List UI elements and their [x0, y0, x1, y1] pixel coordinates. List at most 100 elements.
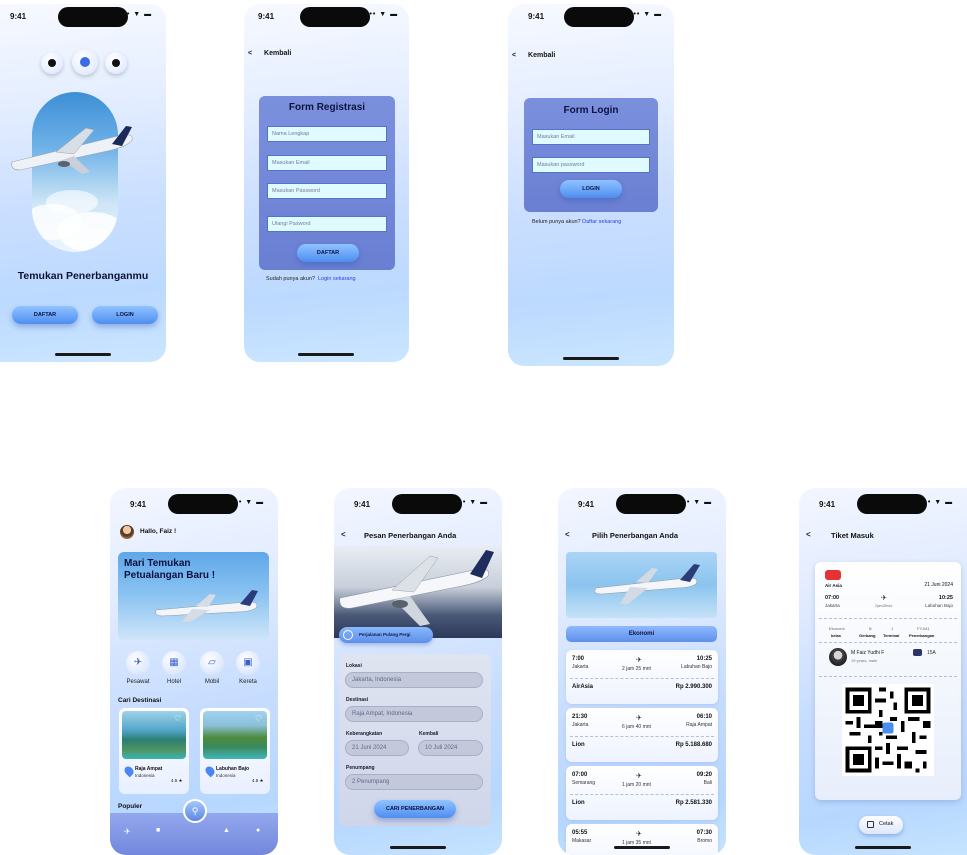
- status-bar: 9:41 ••• ▼ ▬: [558, 488, 726, 514]
- destination-name: Raja Ampat: [135, 766, 163, 772]
- destination-name: Labuhan Bajo: [216, 766, 250, 772]
- status-bar: 9:41 ••• ▼ ▬: [799, 488, 967, 514]
- nav-profile-icon[interactable]: ●: [256, 827, 260, 834]
- category-label-kereta: Kereta: [239, 679, 257, 685]
- register-submit-button[interactable]: DAFTAR: [297, 244, 359, 262]
- passenger-info: 19 years, male: [851, 658, 878, 663]
- login-prompt: Sudah punya akun? Login sekarang: [266, 276, 356, 282]
- carousel-dot-1[interactable]: [41, 52, 63, 74]
- return-date-field[interactable]: 10 Juli 2024: [418, 740, 483, 756]
- car-icon[interactable]: ▱: [200, 651, 224, 675]
- status-time: 9:41: [819, 500, 836, 509]
- destination-card-labuhan-bajo[interactable]: ♡ Labuhan Bajo Indonesia 4.5 ★: [200, 708, 270, 794]
- email-field[interactable]: Masukan Email: [267, 155, 387, 171]
- hotel-icon[interactable]: ▦: [162, 651, 186, 675]
- promo-banner[interactable]: Mari Temukan Petualangan Baru !: [118, 552, 269, 640]
- back-button[interactable]: <: [341, 530, 346, 539]
- class-tab[interactable]: Ekonomi: [566, 626, 717, 642]
- login-screen: 9:41 ••• ▼ ▬ < Kembali Form Login Masuka…: [508, 4, 674, 366]
- dot-icon: [80, 57, 90, 67]
- status-bar: 9:41 ••• ▼ ▬: [244, 4, 409, 28]
- arr-time: 10:25: [696, 656, 712, 662]
- nav-plane-icon[interactable]: ✈: [124, 827, 131, 836]
- category-label-hotel: Hotel: [166, 679, 181, 685]
- carousel-dot-3[interactable]: [105, 52, 127, 74]
- signal-wifi-battery-icon: ••• ▼ ▬: [120, 11, 153, 18]
- back-button[interactable]: <: [806, 530, 811, 539]
- destination-rating: 4.5 ★: [252, 778, 264, 783]
- fullname-field[interactable]: Nama Lengkap: [267, 126, 387, 142]
- ticket-screen: 9:41 ••• ▼ ▬ < Tiket Masuk Air Asia 21 J…: [799, 488, 967, 855]
- flight-card[interactable]: 07:00 Semarang ✈ 1 jam 20 mnt 09:20 Bali…: [566, 766, 718, 820]
- status-bar: 9:41 ••• ▼ ▬: [0, 4, 166, 28]
- avatar[interactable]: [120, 525, 134, 539]
- register-link[interactable]: Daftar sekarang: [582, 219, 621, 225]
- status-time: 9:41: [354, 500, 371, 509]
- duration: 2jam25mnt: [875, 604, 893, 608]
- home-indicator: [55, 353, 111, 356]
- headline: Temukan Penerbanganmu: [17, 270, 149, 282]
- plane-illustration: [155, 590, 258, 622]
- airline: Lion: [572, 742, 585, 748]
- location-pin-icon: [203, 764, 217, 778]
- carousel-dot-2[interactable]: [72, 49, 98, 75]
- search-icon[interactable]: ⚲: [183, 799, 207, 823]
- flight-card[interactable]: 7:00 Jakarta ✈ 2 jam 25 mnt 10:25 Labuha…: [566, 650, 718, 704]
- trip-type-chip[interactable]: Perjalanan Pulang Pergi: [339, 627, 433, 643]
- register-button[interactable]: DAFTAR: [12, 306, 78, 324]
- return-label: Kembali: [419, 731, 439, 737]
- back-button[interactable]: <: [565, 530, 570, 539]
- email-field[interactable]: Masukan Email: [532, 129, 650, 145]
- password-field[interactable]: Masukan Password: [267, 183, 387, 199]
- gate-label: Gerbang: [859, 633, 876, 638]
- register-prompt: Belum punya akun? Daftar sekarang: [532, 219, 621, 225]
- airline-logo: [825, 570, 841, 580]
- confirm-password-field[interactable]: Ulangi Pasword: [267, 216, 387, 232]
- plane-icon: ✈: [636, 773, 642, 780]
- chevron-left-icon: <: [248, 50, 253, 57]
- destination-card-raja-ampat[interactable]: ♡ Raja Ampat Indonesia 4.5 ★: [119, 708, 189, 794]
- arr-city: Bali: [703, 780, 712, 786]
- signal-wifi-battery-icon: ••• ▼ ▬: [456, 499, 489, 506]
- location-label: Lokasi: [346, 663, 362, 669]
- form-title: Form Registrasi: [288, 102, 366, 113]
- print-button[interactable]: Cetak: [859, 816, 903, 834]
- flight-number-label: Penerbangan: [909, 633, 935, 638]
- flight-number-value: FY-641: [917, 626, 930, 631]
- depart-date-field[interactable]: 21 Juni 2024: [345, 740, 409, 756]
- search-flight-button[interactable]: CARI PENERBANGAN: [374, 800, 456, 818]
- duration: 2 jam 25 mnt: [622, 666, 651, 672]
- back-button[interactable]: < Kembali: [512, 52, 555, 59]
- dep-city: Jakarta: [572, 722, 589, 728]
- dynamic-island: [168, 494, 238, 514]
- login-button[interactable]: LOGIN: [92, 306, 158, 324]
- dep-time: 7:00: [572, 656, 585, 662]
- dashed-divider: [570, 794, 714, 795]
- price: Rp 2.990.300: [675, 684, 712, 690]
- nav-hotel-icon[interactable]: ■: [156, 827, 160, 834]
- back-button[interactable]: < Kembali: [248, 50, 291, 57]
- flight-card[interactable]: 21:30 Jakarta ✈ 6 jam 40 mnt 06:10 Raja …: [566, 708, 718, 762]
- flight-card[interactable]: 05:55 Makasar ✈ 1 jam 35 mnt 07:30 Bromo: [566, 824, 718, 855]
- passenger-field[interactable]: 2 Penumpang: [345, 774, 483, 790]
- plane-illustration: [339, 550, 494, 626]
- heart-icon[interactable]: ♡: [255, 714, 262, 723]
- train-icon[interactable]: ▣: [236, 651, 260, 675]
- register-prompt-text: Belum punya akun?: [532, 219, 581, 225]
- login-form: Form Login Masukan Email Masukan passwor…: [524, 98, 658, 212]
- plane-icon[interactable]: ✈: [126, 651, 150, 675]
- arr-city: Bromo: [697, 838, 712, 844]
- chevron-left-icon: <: [512, 52, 517, 59]
- location-field[interactable]: Jakarta, Indonesia: [345, 672, 483, 688]
- dep-city: Semarang: [572, 780, 596, 786]
- arr-city: Labuhan Bajo: [925, 603, 953, 608]
- destination-label: Destinasi: [346, 697, 369, 703]
- heart-icon[interactable]: ♡: [174, 714, 181, 723]
- login-link[interactable]: Login sekarang: [318, 276, 356, 282]
- flight-list-screen: 9:41 ••• ▼ ▬ < Pilih Penerbangan Anda Ek…: [558, 488, 726, 855]
- destination-field[interactable]: Raja Ampat, Indonesia: [345, 706, 483, 722]
- nav-notification-icon[interactable]: ▲: [223, 827, 230, 834]
- password-field[interactable]: Masukan password: [532, 157, 650, 173]
- qr-code: [842, 684, 934, 776]
- login-submit-button[interactable]: LOGIN: [560, 180, 622, 198]
